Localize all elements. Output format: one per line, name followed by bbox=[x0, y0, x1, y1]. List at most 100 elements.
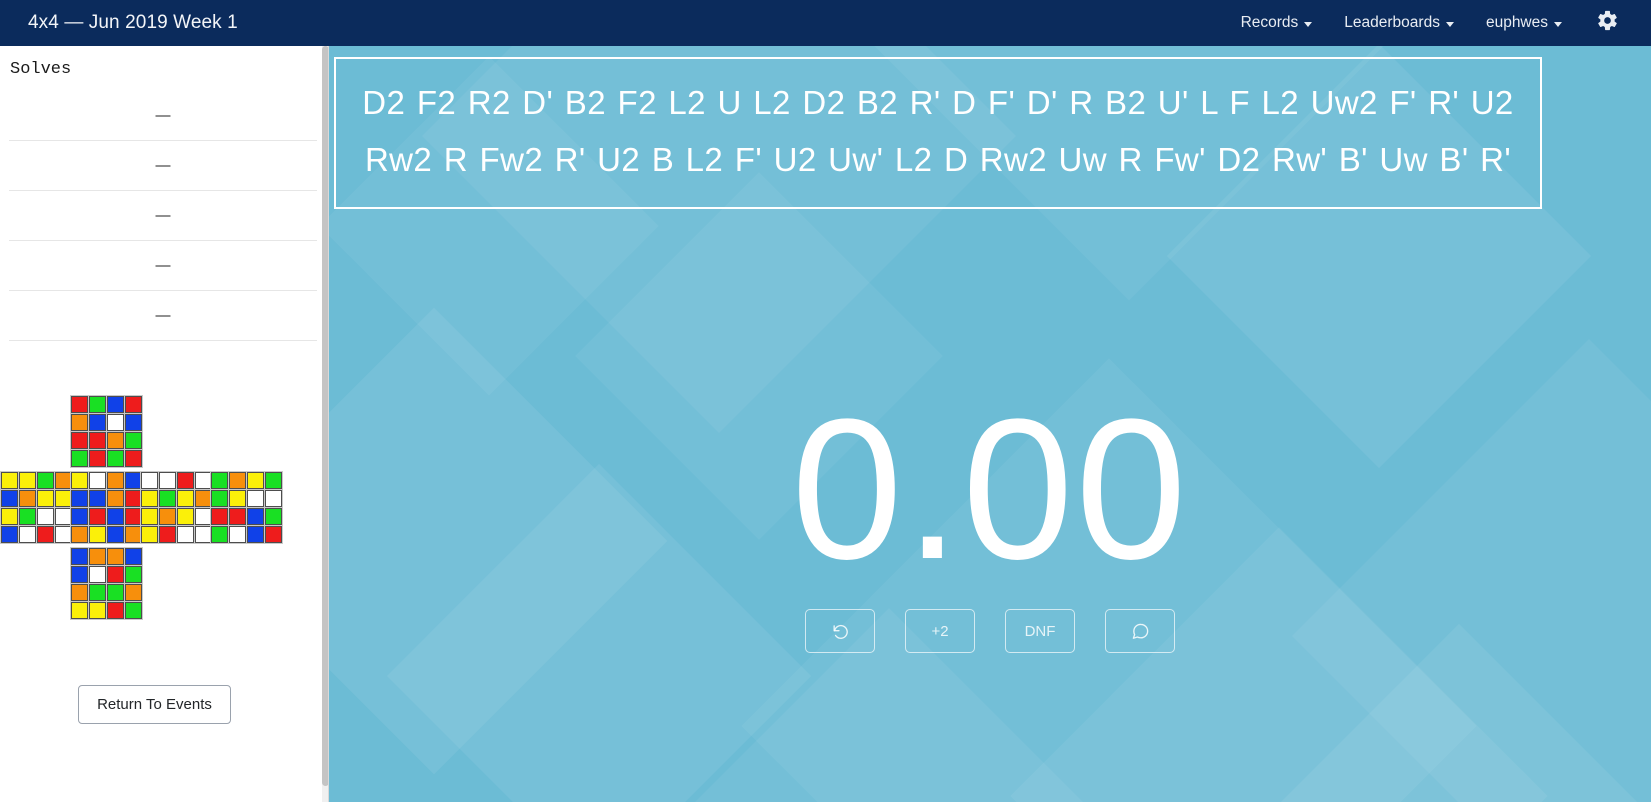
cube-sticker bbox=[125, 566, 142, 583]
return-to-events-button[interactable]: Return To Events bbox=[78, 685, 231, 724]
comment-button[interactable] bbox=[1105, 609, 1175, 653]
cube-sticker bbox=[71, 566, 88, 583]
nav-item-records[interactable]: Records bbox=[1225, 10, 1329, 36]
cube-sticker bbox=[141, 472, 158, 489]
cube-sticker bbox=[125, 414, 142, 431]
cube-sticker bbox=[107, 450, 124, 467]
cube-sticker bbox=[89, 548, 106, 565]
cube-sticker bbox=[71, 396, 88, 413]
cube-sticker bbox=[125, 396, 142, 413]
cube-sticker bbox=[265, 472, 282, 489]
cube-face-b bbox=[210, 471, 283, 544]
cube-sticker bbox=[177, 526, 194, 543]
cube-sticker bbox=[19, 472, 36, 489]
cube-sticker bbox=[125, 432, 142, 449]
cube-sticker bbox=[107, 414, 124, 431]
nav-item-user-label: euphwes bbox=[1485, 14, 1548, 31]
solve-row[interactable]: — bbox=[9, 141, 317, 191]
timer-buttons-group: +2 DNF bbox=[329, 609, 1651, 653]
solve-row[interactable]: — bbox=[9, 191, 317, 241]
cube-sticker bbox=[211, 472, 228, 489]
cube-sticker bbox=[19, 508, 36, 525]
cube-sticker bbox=[159, 508, 176, 525]
cube-sticker bbox=[89, 450, 106, 467]
cube-sticker bbox=[211, 490, 228, 507]
cube-sticker bbox=[1, 526, 18, 543]
cube-sticker bbox=[229, 508, 246, 525]
cube-sticker bbox=[107, 432, 124, 449]
cube-sticker bbox=[19, 526, 36, 543]
timer-display[interactable]: 0.00 bbox=[329, 390, 1651, 590]
solve-row[interactable]: — bbox=[9, 291, 317, 341]
nav-item-records-label: Records bbox=[1240, 14, 1299, 31]
cube-sticker bbox=[37, 508, 54, 525]
solve-row[interactable]: — bbox=[9, 91, 317, 141]
nav-item-user[interactable]: euphwes bbox=[1470, 10, 1578, 36]
cube-sticker bbox=[247, 472, 264, 489]
cube-sticker bbox=[107, 526, 124, 543]
cube-sticker bbox=[37, 526, 54, 543]
cube-face-d bbox=[70, 547, 143, 620]
cube-sticker bbox=[177, 508, 194, 525]
undo-button[interactable] bbox=[805, 609, 875, 653]
cube-sticker bbox=[247, 526, 264, 543]
sidebar-scrollbar-thumb[interactable] bbox=[322, 46, 328, 786]
cube-face-f bbox=[70, 471, 143, 544]
cube-sticker bbox=[19, 490, 36, 507]
chevron-down-icon bbox=[1554, 21, 1562, 27]
cube-sticker bbox=[177, 472, 194, 489]
cube-sticker bbox=[1, 508, 18, 525]
cube-sticker bbox=[229, 490, 246, 507]
plus-two-button[interactable]: +2 bbox=[905, 609, 975, 653]
undo-icon bbox=[831, 622, 850, 641]
cube-sticker bbox=[71, 450, 88, 467]
cube-sticker bbox=[107, 490, 124, 507]
solve-row[interactable]: — bbox=[9, 241, 317, 291]
cube-sticker bbox=[265, 526, 282, 543]
navbar-right-group: Records Leaderboards euphwes bbox=[1225, 9, 1625, 37]
solves-sidebar: Solves — — — — — Return To Events bbox=[0, 46, 329, 802]
cube-net-icon bbox=[0, 395, 309, 623]
nav-item-leaderboards-label: Leaderboards bbox=[1344, 14, 1440, 31]
sidebar-scrollbar[interactable] bbox=[322, 46, 328, 802]
dnf-button[interactable]: DNF bbox=[1005, 609, 1075, 653]
cube-sticker bbox=[37, 490, 54, 507]
cube-sticker bbox=[125, 584, 142, 601]
cube-face-l bbox=[0, 471, 73, 544]
scramble-box: D2 F2 R2 D' B2 F2 L2 U L2 D2 B2 R' D F' … bbox=[334, 57, 1542, 209]
cube-sticker bbox=[107, 584, 124, 601]
cube-sticker bbox=[265, 508, 282, 525]
return-button-container: Return To Events bbox=[0, 685, 309, 724]
settings-button[interactable] bbox=[1578, 9, 1625, 37]
cube-sticker bbox=[247, 508, 264, 525]
cube-sticker bbox=[159, 490, 176, 507]
cube-face-r bbox=[140, 471, 213, 544]
cube-sticker bbox=[177, 490, 194, 507]
cube-sticker bbox=[1, 490, 18, 507]
cube-sticker bbox=[159, 472, 176, 489]
chevron-down-icon bbox=[1304, 21, 1313, 27]
timer-panel[interactable]: D2 F2 R2 D' B2 F2 L2 U L2 D2 B2 R' D F' … bbox=[329, 46, 1651, 802]
cube-sticker bbox=[89, 432, 106, 449]
nav-item-leaderboards[interactable]: Leaderboards bbox=[1328, 10, 1470, 36]
cube-sticker bbox=[107, 472, 124, 489]
cube-sticker bbox=[71, 526, 88, 543]
cube-sticker bbox=[141, 526, 158, 543]
cube-sticker bbox=[89, 490, 106, 507]
cube-sticker bbox=[71, 548, 88, 565]
comment-icon bbox=[1131, 622, 1150, 641]
cube-sticker bbox=[89, 414, 106, 431]
gear-icon bbox=[1596, 9, 1619, 37]
cube-sticker bbox=[71, 414, 88, 431]
cube-sticker bbox=[107, 566, 124, 583]
chevron-down-icon bbox=[1445, 21, 1454, 27]
cube-sticker bbox=[107, 548, 124, 565]
cube-sticker bbox=[71, 508, 88, 525]
cube-sticker bbox=[37, 472, 54, 489]
cube-sticker bbox=[71, 602, 88, 619]
cube-face-u bbox=[70, 395, 143, 468]
navbar-brand[interactable]: 4x4 — Jun 2019 Week 1 bbox=[28, 12, 238, 34]
cube-sticker bbox=[107, 508, 124, 525]
cube-sticker bbox=[141, 508, 158, 525]
cube-sticker bbox=[89, 526, 106, 543]
